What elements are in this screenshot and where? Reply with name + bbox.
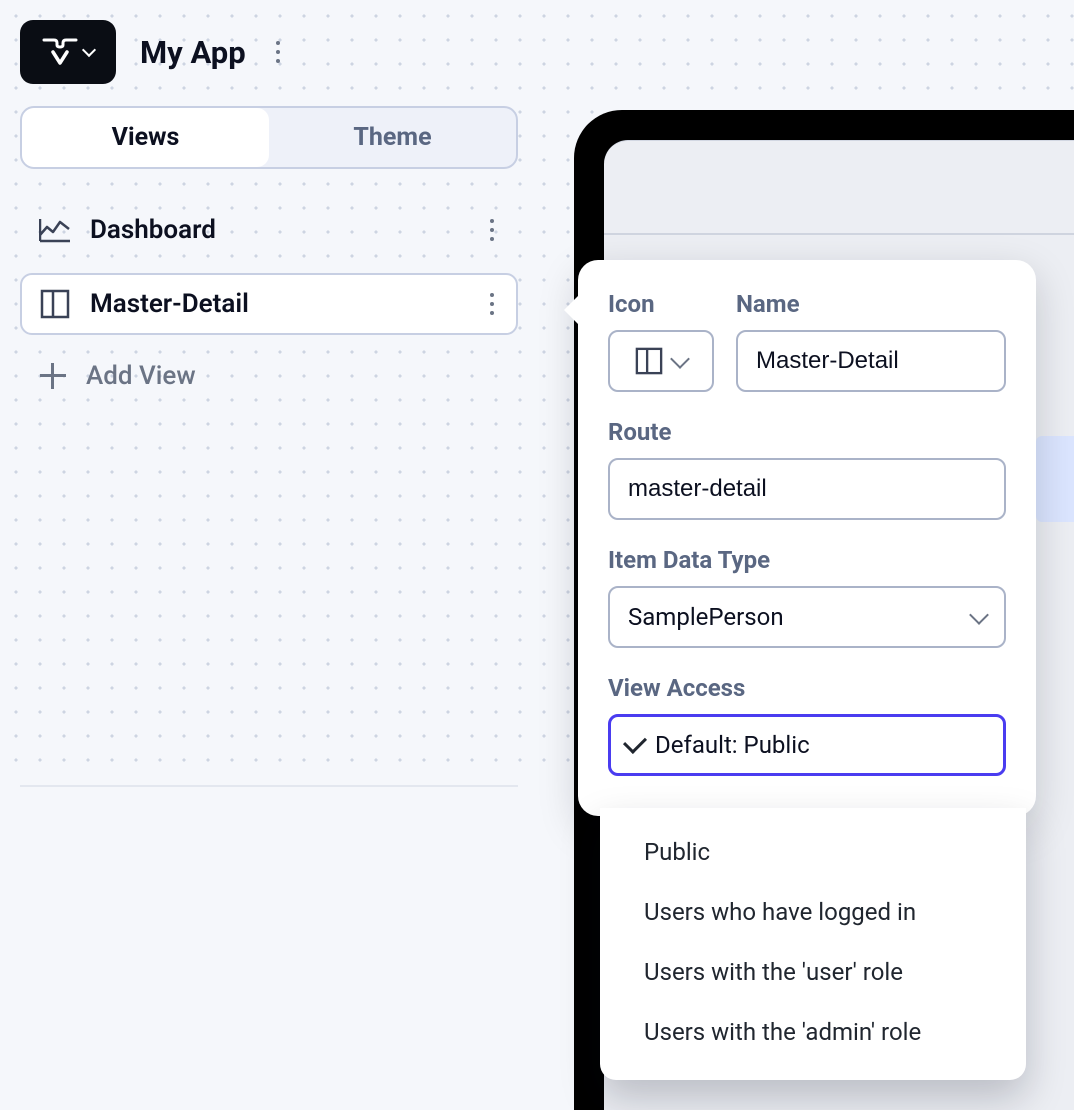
- preview-divider: [604, 233, 1074, 243]
- sidebar-divider: [20, 785, 518, 787]
- chevron-down-icon: [670, 349, 690, 369]
- columns-icon: [635, 347, 663, 375]
- route-input[interactable]: [608, 458, 1006, 520]
- view-more-button[interactable]: [484, 287, 500, 321]
- item-type-select[interactable]: SamplePerson: [608, 586, 1006, 648]
- view-item-dashboard[interactable]: Dashboard: [20, 199, 518, 261]
- icon-picker[interactable]: [608, 330, 714, 392]
- view-settings-popover: Icon Name Route Item Data Type SamplePer…: [578, 260, 1036, 816]
- brand-menu-button[interactable]: [20, 20, 116, 84]
- add-view-label: Add View: [86, 361, 196, 391]
- icon-label: Icon: [608, 290, 714, 318]
- app-more-button[interactable]: [270, 35, 286, 69]
- tab-views[interactable]: Views: [22, 108, 269, 167]
- preview-side-handle[interactable]: [1036, 436, 1074, 522]
- route-label: Route: [608, 418, 1006, 446]
- sidebar-tabs: Views Theme: [20, 106, 518, 169]
- name-input[interactable]: [736, 330, 1006, 392]
- chevron-down-icon: [82, 43, 96, 57]
- view-access-dropdown: Public Users who have logged in Users wi…: [600, 808, 1026, 1080]
- plus-icon: [38, 361, 68, 391]
- views-list: Dashboard Master-Detail Add View: [20, 199, 518, 405]
- add-view-button[interactable]: Add View: [20, 347, 518, 405]
- view-item-master-detail[interactable]: Master-Detail: [20, 273, 518, 335]
- header-row: My App: [20, 20, 520, 84]
- access-option-public[interactable]: Public: [600, 822, 1026, 882]
- view-more-button[interactable]: [484, 213, 500, 247]
- chart-icon: [38, 213, 72, 247]
- view-access-value: Default: Public: [655, 731, 989, 759]
- view-access-select[interactable]: Default: Public: [608, 714, 1006, 776]
- item-type-label: Item Data Type: [608, 546, 1006, 574]
- access-option-logged-in[interactable]: Users who have logged in: [600, 882, 1026, 942]
- tab-theme[interactable]: Theme: [269, 108, 516, 167]
- access-option-admin-role[interactable]: Users with the 'admin' role: [600, 1002, 1026, 1062]
- view-item-label: Dashboard: [90, 215, 216, 245]
- vaadin-logo-icon: [42, 38, 78, 66]
- sidebar: My App Views Theme Dashboard Master-Deta…: [0, 0, 520, 787]
- view-item-label: Master-Detail: [90, 289, 249, 319]
- item-type-value: SamplePerson: [628, 603, 784, 631]
- access-option-user-role[interactable]: Users with the 'user' role: [600, 942, 1026, 1002]
- name-label: Name: [736, 290, 1006, 318]
- check-icon: [623, 730, 647, 754]
- chevron-down-icon: [969, 605, 989, 625]
- view-access-label: View Access: [608, 674, 1006, 702]
- columns-icon: [38, 287, 72, 321]
- app-title: My App: [140, 34, 246, 71]
